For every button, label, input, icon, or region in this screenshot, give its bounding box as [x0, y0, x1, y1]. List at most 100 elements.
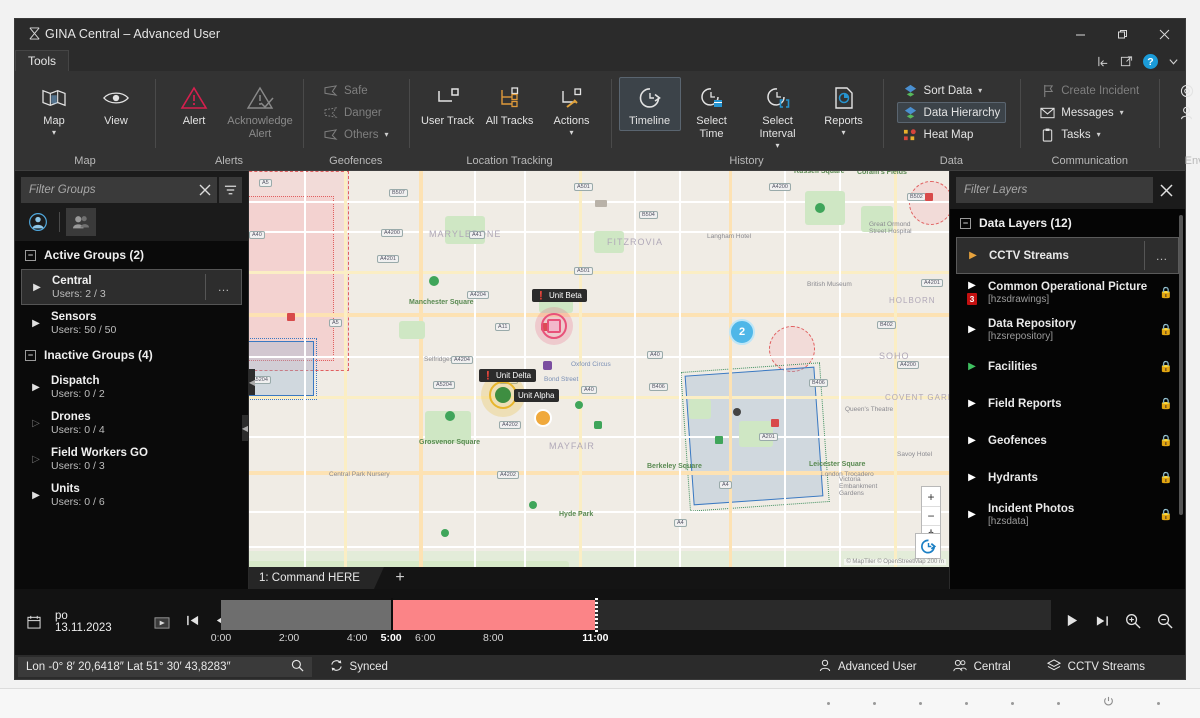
history-clock-icon[interactable]	[915, 533, 941, 559]
ribbon-button-settings[interactable]: Settings ▾	[1173, 80, 1200, 101]
ribbon-button-messages[interactable]: Messages ▾	[1034, 102, 1145, 123]
filter-layers-input[interactable]	[956, 177, 1153, 203]
chevron-down-icon[interactable]: ▾	[978, 86, 982, 95]
chevron-down-icon[interactable]: ▾	[52, 129, 56, 137]
expand-arrow-icon[interactable]: ▷	[21, 454, 51, 465]
collapse-icon[interactable]: −	[25, 249, 36, 261]
zoom-in-icon[interactable]	[1125, 613, 1141, 632]
expand-arrow-icon[interactable]: ▶	[957, 250, 989, 261]
coordinates-field[interactable]: Lon -0° 8′ 20,6418″ Lat 51° 30′ 43,8283″	[18, 657, 312, 677]
ribbon-button-acknowledge-alert[interactable]: Acknowledge Alert	[225, 77, 295, 144]
calendar-icon[interactable]	[27, 615, 41, 629]
ribbon-button-map[interactable]: Map ▾	[23, 77, 85, 140]
chevron-down-icon[interactable]: ▾	[1120, 108, 1124, 117]
panel-collapse-handle[interactable]: ◀	[242, 415, 248, 441]
close-icon[interactable]	[193, 177, 217, 203]
close-icon[interactable]	[1153, 177, 1179, 203]
expand-arrow-icon[interactable]: ▶	[956, 435, 988, 446]
chevron-down-icon[interactable]: ▾	[776, 142, 780, 150]
layer-row-field-reports[interactable]: ▶ Field Reports 🔒	[956, 385, 1179, 422]
search-icon[interactable]	[291, 659, 304, 675]
taskbar-item-icon[interactable]	[1011, 701, 1014, 705]
section-inactive-groups[interactable]: − Inactive Groups (4)	[15, 341, 248, 369]
chevron-down-icon[interactable]: ▾	[385, 130, 389, 139]
layer-row-hydrants[interactable]: ▶ Hydrants 🔒	[956, 459, 1179, 496]
group-row-sensors[interactable]: ▶ Sensors Users: 50 / 50	[21, 305, 242, 341]
ribbon-button-timeline[interactable]: Timeline	[618, 77, 681, 131]
add-map-tab-button[interactable]: +	[384, 569, 416, 587]
current-group[interactable]: Central	[935, 659, 1029, 675]
unit-delta-callout[interactable]: ❗ Unit Delta	[479, 369, 537, 382]
timeline-elapsed-region[interactable]	[221, 600, 392, 630]
expand-arrow-icon[interactable]: ▶	[956, 472, 988, 483]
playback-icon[interactable]	[154, 615, 170, 630]
group-row-dispatch[interactable]: ▶ Dispatch Users: 0 / 2	[21, 369, 242, 405]
expand-arrow-icon[interactable]: ▶	[21, 490, 51, 501]
group-row-central[interactable]: ▶ Central Users: 2 / 3 …	[21, 269, 242, 305]
close-button[interactable]	[1143, 19, 1185, 49]
group-row-units[interactable]: ▶ Units Users: 0 / 6	[21, 477, 242, 513]
expand-arrow-icon[interactable]: ▶	[21, 318, 51, 329]
group-row-drones[interactable]: ▷ Drones Users: 0 / 4	[21, 405, 242, 441]
unit-delta-marker[interactable]	[495, 387, 511, 403]
timeline-date[interactable]: po 13.11.2023	[55, 610, 112, 634]
ribbon-button-geofence-safe[interactable]: Safe	[317, 80, 395, 101]
timeline-range-handle[interactable]	[595, 598, 599, 632]
ribbon-button-account[interactable]: Account ▾	[1173, 102, 1200, 123]
ribbon-button-sort-data[interactable]: Sort Data ▾	[897, 80, 1007, 101]
collapse-icon[interactable]: −	[25, 349, 36, 361]
tab-users[interactable]	[23, 208, 53, 236]
more-options-icon[interactable]: …	[205, 274, 241, 300]
unit-beta-marker[interactable]	[547, 319, 561, 333]
tab-tools[interactable]: Tools	[15, 50, 70, 71]
help-icon[interactable]: ?	[1143, 54, 1158, 69]
popout-icon[interactable]	[1120, 55, 1133, 68]
layer-row-common-operational-picture[interactable]: ▶ 3 Common Operational Picture [hzsdrawin…	[956, 274, 1179, 311]
more-options-icon[interactable]: …	[1144, 241, 1178, 270]
taskbar-item-icon[interactable]	[965, 701, 968, 705]
ribbon-button-geofence-danger[interactable]: Danger	[317, 102, 395, 123]
timeline-track-container[interactable]: 0:00 2:00 4:00 5:00 6:00 8:00 11:00	[211, 596, 1051, 648]
layers-list[interactable]: − Data Layers (12) ▶ CCTV Streams … ▶3	[950, 209, 1185, 589]
expand-arrow-icon[interactable]: ▶	[21, 382, 51, 393]
maximize-restore-button[interactable]	[1101, 19, 1143, 49]
play-icon[interactable]	[1065, 613, 1079, 631]
current-user[interactable]: Advanced User	[801, 659, 935, 675]
ribbon-button-user-track[interactable]: User Track	[417, 77, 479, 131]
ribbon-button-reports[interactable]: Reports ▾	[813, 77, 875, 140]
layers-scrollbar[interactable]	[1179, 215, 1183, 515]
ribbon-button-select-time[interactable]: Select Time	[681, 77, 743, 144]
timeline-selection-region[interactable]	[391, 600, 596, 630]
zoom-out-button[interactable]: −	[922, 506, 940, 525]
ribbon-button-alert[interactable]: Alert	[163, 77, 225, 131]
map-canvas[interactable]: MARYLEBONE FITZROVIA SOHO MAYFAIR COVENT…	[249, 171, 949, 567]
section-active-groups[interactable]: − Active Groups (2)	[15, 241, 248, 269]
taskbar-item-icon[interactable]	[827, 701, 830, 705]
expand-arrow-icon[interactable]: ▶	[956, 398, 988, 409]
unit-beta-callout[interactable]: ❗ Unit Beta	[532, 289, 587, 302]
ribbon-button-view[interactable]: View	[85, 77, 147, 131]
cluster-marker[interactable]: 2	[729, 319, 755, 345]
layer-row-data-repository[interactable]: ▶ Data Repository [hzsrepository] 🔒	[956, 311, 1179, 348]
groups-list[interactable]: − Active Groups (2) ▶ Central Users: 2 /…	[15, 241, 248, 589]
expand-arrow-icon[interactable]: ▶	[956, 324, 988, 335]
ribbon-button-select-interval[interactable]: Select Interval ▾	[743, 77, 813, 153]
layer-row-incident-photos[interactable]: ▶ Incident Photos [hzsdata] 🔒	[956, 496, 1179, 533]
layer-row-facilities[interactable]: ▶ Facilities 🔒	[956, 348, 1179, 385]
layer-row-cctv-streams[interactable]: ▶ CCTV Streams …	[956, 237, 1179, 274]
ribbon-button-all-tracks[interactable]: All Tracks	[479, 77, 541, 131]
taskbar-item-icon[interactable]	[873, 701, 876, 705]
chevron-down-icon[interactable]: ▾	[570, 129, 574, 137]
ribbon-button-tasks[interactable]: Tasks ▾	[1034, 124, 1145, 145]
tab-groups[interactable]	[66, 208, 96, 236]
ribbon-button-data-hierarchy[interactable]: Data Hierarchy	[896, 102, 1007, 123]
map-left-collapse-handle[interactable]: ◀	[249, 369, 255, 395]
ribbon-button-geofence-others[interactable]: Others ▾	[317, 124, 395, 145]
ribbon-button-actions[interactable]: Actions ▾	[541, 77, 603, 140]
zoom-in-button[interactable]: +	[922, 487, 940, 506]
current-layer[interactable]: CCTV Streams	[1029, 659, 1185, 675]
expand-arrow-icon[interactable]: ▶	[956, 361, 988, 372]
chevron-down-icon[interactable]	[1168, 56, 1179, 67]
ribbon-button-heat-map[interactable]: Heat Map	[897, 124, 1007, 145]
map-tab-command-here[interactable]: 1: Command HERE	[249, 567, 384, 589]
